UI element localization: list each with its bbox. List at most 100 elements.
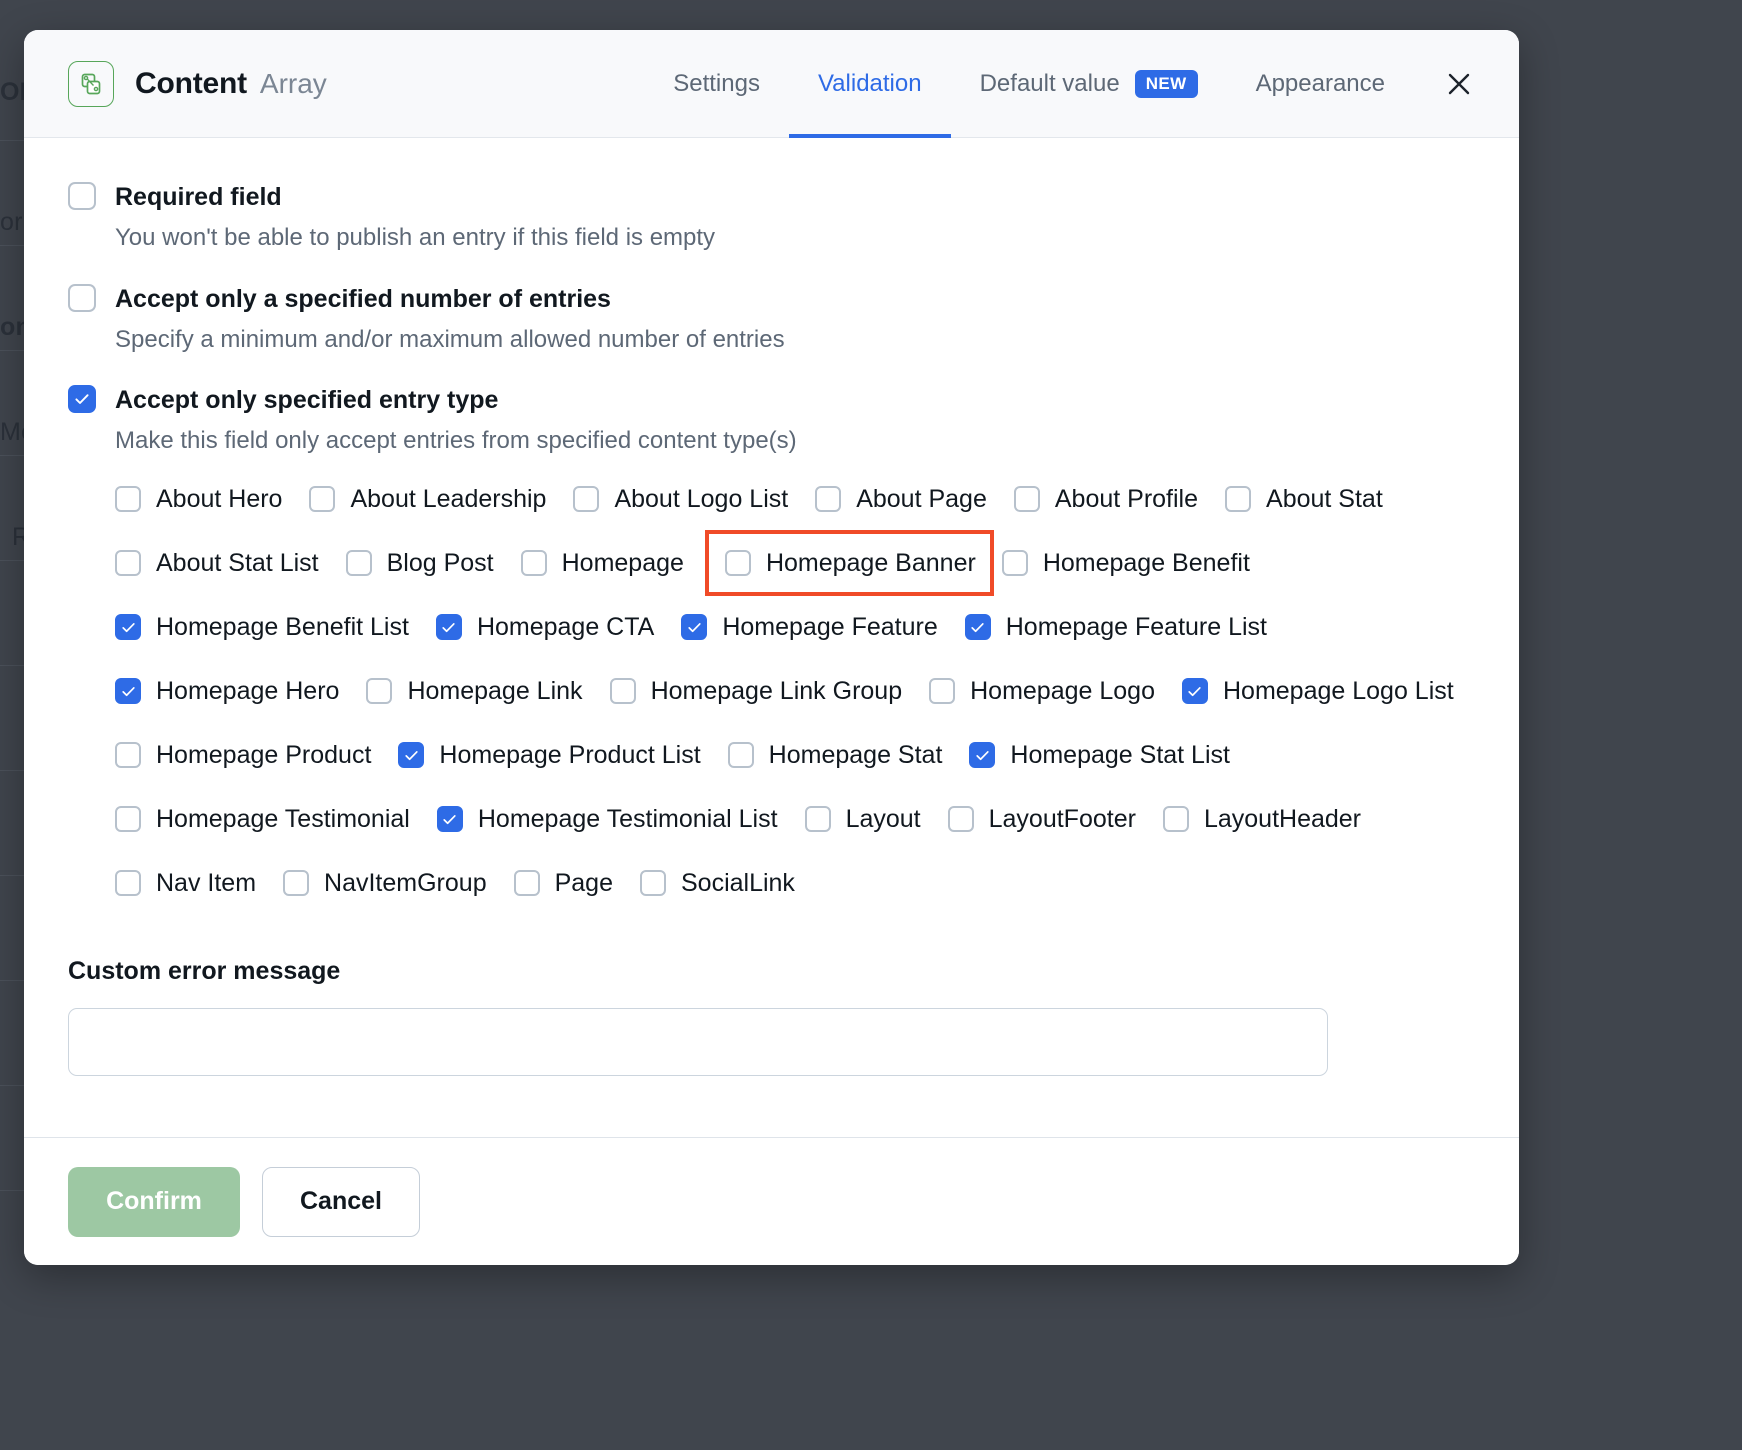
entry-type-option-about-hero[interactable]: About Hero <box>115 486 309 513</box>
entry-type-option-homepage-testimonial[interactable]: Homepage Testimonial <box>115 804 437 833</box>
entry-type-option-homepage-cta[interactable]: Homepage CTA <box>435 614 681 641</box>
entry-type-label: SocialLink <box>680 868 795 897</box>
entry-type-label: Homepage <box>561 548 684 577</box>
tab-validation[interactable]: Validation <box>788 30 951 138</box>
entry-type-option-homepage-hero[interactable]: Homepage Hero <box>115 678 366 705</box>
page-title: Content <box>135 66 247 100</box>
entry-type-option-homepage-logo-list[interactable]: Homepage Logo List <box>1181 678 1481 705</box>
entry-type-checkbox[interactable] <box>345 550 372 577</box>
entry-type-option-about-stat-list[interactable]: About Stat List <box>115 550 346 577</box>
entry-type-checkbox[interactable] <box>964 614 991 641</box>
entry-type-checkbox[interactable] <box>639 870 666 897</box>
entry-type-label: Homepage Benefit <box>1042 548 1250 577</box>
entry-type-checkbox[interactable] <box>435 614 462 641</box>
entry-type-option-page[interactable]: Page <box>513 870 640 897</box>
entry-type-option-about-stat[interactable]: About Stat <box>1225 484 1410 513</box>
entry-type-option-homepage-feature[interactable]: Homepage Feature <box>681 612 964 641</box>
entry-type-checkbox[interactable] <box>804 806 831 833</box>
entry-type-option-homepage-link-group[interactable]: Homepage Link Group <box>609 678 930 705</box>
entry-type-checkbox[interactable] <box>115 614 141 641</box>
entry-type-checkbox[interactable] <box>681 614 708 641</box>
entry-type-checkbox[interactable] <box>1225 486 1252 513</box>
entry-type-checkbox[interactable] <box>366 678 393 705</box>
entry-type-label: Homepage Feature <box>722 612 938 641</box>
entry-type-option-homepage-product-list[interactable]: Homepage Product List <box>398 742 727 769</box>
entry-type-label: About Profile <box>1054 484 1199 513</box>
entry-type-row: Homepage Benefit List Homepage CTA Homepag… <box>115 595 1475 659</box>
entry-type-checkbox[interactable] <box>1001 550 1028 577</box>
entry-type-option-layoutheader[interactable]: LayoutHeader <box>1162 806 1388 833</box>
entry-type-option-sociallink[interactable]: SocialLink <box>639 868 822 897</box>
entry-type-option-layoutfooter[interactable]: LayoutFooter <box>947 806 1163 833</box>
entry-type-checkbox[interactable] <box>115 678 141 705</box>
close-icon[interactable] <box>1439 64 1479 104</box>
entry-type-option-homepage-link[interactable]: Homepage Link <box>366 678 609 705</box>
option-description: Make this field only accept entries from… <box>115 427 797 455</box>
entry-count-checkbox[interactable] <box>68 283 96 312</box>
entry-type-row: Homepage Product Homepage Product List Hom… <box>115 723 1475 787</box>
entry-type-option-homepage-benefit[interactable]: Homepage Benefit <box>1001 548 1277 577</box>
entry-type-checkbox[interactable] <box>115 550 141 577</box>
entry-type-checkbox[interactable] <box>1162 806 1189 833</box>
entry-type-checkbox[interactable] <box>573 486 600 513</box>
tab-label: Validation <box>817 69 922 97</box>
entry-type-checkbox[interactable] <box>815 486 842 513</box>
entry-type-option-about-profile[interactable]: About Profile <box>1013 484 1225 513</box>
entry-type-option-homepage[interactable]: Homepage <box>520 548 711 577</box>
modal-header: Content Array Settings Validation Defaul… <box>24 30 1519 138</box>
entry-type-label: Homepage Stat <box>768 740 943 769</box>
entry-type-option-nav-item[interactable]: Nav Item <box>115 870 283 897</box>
entry-type-checkbox[interactable] <box>520 550 547 577</box>
entry-type-option-homepage-testimonial-list[interactable]: Homepage Testimonial List <box>436 806 805 833</box>
entry-type-label: About Stat <box>1266 484 1383 513</box>
entry-type-row: Homepage Hero Homepage Link Homepage Link … <box>115 659 1475 723</box>
entry-type-option-homepage-product[interactable]: Homepage Product <box>115 740 398 769</box>
entry-type-option-homepage-benefit-list[interactable]: Homepage Benefit List <box>115 614 436 641</box>
entry-type-checkbox[interactable] <box>1013 486 1040 513</box>
entry-type-label: Homepage Product <box>156 740 372 769</box>
entry-type-checkbox[interactable] <box>609 678 636 705</box>
entry-type-label: Homepage Testimonial <box>156 804 410 833</box>
tab-default-value[interactable]: Default value NEW <box>951 30 1227 137</box>
entry-type-checkbox[interactable] <box>68 385 96 414</box>
entry-type-option-about-page[interactable]: About Page <box>815 486 1014 513</box>
entry-type-checkbox[interactable] <box>115 486 141 513</box>
entry-type-option-navitemgroup[interactable]: NavItemGroup <box>283 870 514 897</box>
entry-type-checkbox[interactable] <box>398 742 425 769</box>
entry-type-checkbox[interactable] <box>513 870 540 897</box>
entry-type-checkbox[interactable] <box>283 870 310 897</box>
tab-settings[interactable]: Settings <box>644 30 789 137</box>
custom-error-input[interactable] <box>68 1008 1328 1077</box>
entry-type-checkbox[interactable] <box>947 806 974 833</box>
entry-type-checkbox[interactable] <box>115 806 141 833</box>
entry-type-checkbox[interactable] <box>929 678 956 705</box>
entry-type-row: Nav Item NavItemGroup Page SocialLink <box>115 851 1475 915</box>
entry-type-label: About Leadership <box>350 484 547 513</box>
entry-type-option-blog-post[interactable]: Blog Post <box>345 550 521 577</box>
entry-type-label: Homepage Logo <box>970 676 1155 705</box>
validation-panel: Required field You won't be able to publ… <box>24 138 1519 1137</box>
entry-type-option-homepage-logo[interactable]: Homepage Logo <box>929 676 1182 705</box>
entry-type-option-layout[interactable]: Layout <box>804 806 948 833</box>
entry-type-checkbox[interactable] <box>115 870 141 897</box>
entry-type-checkbox[interactable] <box>115 742 141 769</box>
entry-type-checkbox[interactable] <box>309 486 336 513</box>
tab-label: Settings <box>673 69 760 97</box>
entry-type-option-homepage-feature-list[interactable]: Homepage Feature List <box>964 612 1294 641</box>
entry-type-option-about-logo-list[interactable]: About Logo List <box>573 486 815 513</box>
entry-type-option-homepage-stat-list[interactable]: Homepage Stat List <box>969 742 1257 769</box>
required-field-checkbox[interactable] <box>68 182 96 210</box>
confirm-button[interactable]: Confirm <box>68 1166 240 1237</box>
cancel-button[interactable]: Cancel <box>262 1166 420 1237</box>
entry-type-option-homepage-stat[interactable]: Homepage Stat <box>727 740 970 769</box>
entry-type-option-about-leadership[interactable]: About Leadership <box>309 484 573 513</box>
entry-type-checkbox[interactable] <box>1181 678 1208 705</box>
entry-type-label: Homepage Feature List <box>1005 612 1268 641</box>
entry-type-checkbox[interactable] <box>724 550 751 577</box>
entry-type-checkbox[interactable] <box>727 742 754 769</box>
entry-type-option-homepage-banner[interactable]: Homepage Banner <box>704 530 994 597</box>
entry-type-checkbox[interactable] <box>969 742 996 769</box>
tab-appearance[interactable]: Appearance <box>1227 30 1414 137</box>
entry-type-label: Homepage Banner <box>765 548 976 577</box>
entry-type-checkbox[interactable] <box>436 806 463 833</box>
